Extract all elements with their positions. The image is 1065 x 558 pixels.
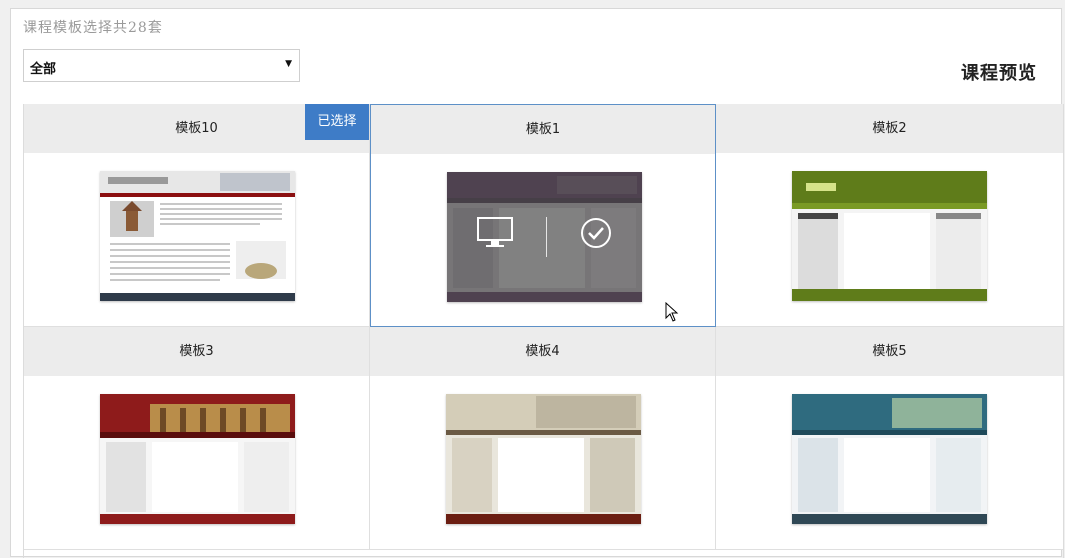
template-thumbnail (447, 172, 642, 302)
template-thumbnail (792, 171, 987, 301)
category-select[interactable]: 全部 ▼ (23, 49, 300, 82)
template-thumbnail (792, 394, 987, 524)
template-thumbnail (100, 171, 295, 301)
template-panel: 课程模板选择共28套 全部 ▼ 课程预览 模板10 已选择 模板1 模板2 模板… (10, 8, 1064, 558)
template-name: 模板4 (525, 344, 560, 359)
template-card-5[interactable]: 模板5 (716, 327, 1063, 550)
mouse-pointer-icon (665, 301, 679, 326)
template-name: 模板2 (872, 121, 907, 136)
check-circle-icon[interactable] (579, 216, 613, 258)
template-name: 模板1 (525, 122, 561, 137)
course-preview-link[interactable]: 课程预览 (961, 59, 1037, 85)
template-count-label: 课程模板选择共28套 (23, 20, 163, 36)
monitor-icon[interactable] (476, 216, 514, 258)
chevron-down-icon: ▼ (285, 59, 292, 69)
template-card-10[interactable]: 模板10 已选择 (24, 104, 370, 327)
template-name: 模板3 (179, 344, 214, 359)
template-grid: 模板10 已选择 模板1 模板2 模板3 模板4 模板5 (23, 104, 1064, 558)
template-card-1[interactable]: 模板1 (370, 104, 716, 327)
template-thumbnail (100, 394, 295, 524)
selected-badge: 已选择 (305, 104, 369, 140)
template-name: 模板5 (872, 344, 907, 359)
template-card-3[interactable]: 模板3 (24, 327, 370, 550)
template-card-2[interactable]: 模板2 (716, 104, 1063, 327)
category-select-value: 全部 (30, 62, 57, 77)
template-card-4[interactable]: 模板4 (370, 327, 716, 550)
template-thumbnail (446, 394, 641, 524)
